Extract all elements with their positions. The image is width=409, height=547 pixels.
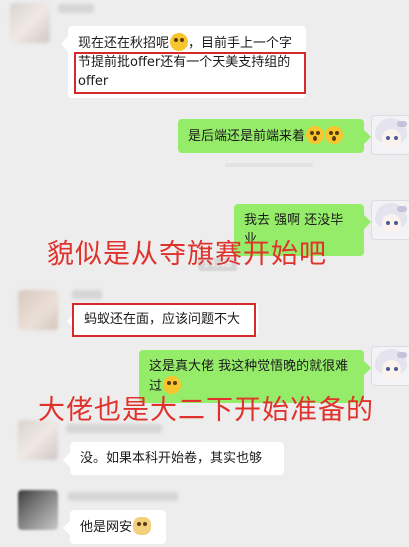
message-bubble-6[interactable]: 没。如果本科开始卷，其实也够 bbox=[70, 442, 284, 475]
message-text-2: 是后端还是前端来着 bbox=[188, 129, 306, 144]
emoji-dog-icon bbox=[133, 517, 152, 535]
emoji-crying-laugh-icon bbox=[170, 33, 189, 51]
message-text-6: 没。如果本科开始卷，其实也够 bbox=[80, 451, 263, 466]
avatar-self[interactable] bbox=[371, 200, 409, 240]
message-text-1a: 现在还在秋招呢 bbox=[78, 36, 170, 51]
sender-name-blurred bbox=[68, 492, 178, 501]
message-bubble-2[interactable]: 是后端还是前端来着 bbox=[178, 119, 364, 153]
emoji-shocked-icon bbox=[306, 126, 325, 144]
avatar-self[interactable] bbox=[371, 346, 409, 386]
avatar-contact[interactable] bbox=[18, 290, 58, 330]
annotation-text-2: 大佬也是大二下开始准备的 bbox=[38, 395, 374, 426]
sender-name-blurred bbox=[58, 4, 94, 13]
message-text-7: 他是网安 bbox=[80, 520, 133, 535]
avatar-contact[interactable] bbox=[18, 490, 58, 530]
message-bubble-1[interactable]: 现在还在秋招呢 ，目前手上一个字节提前批offer还有一个天美支持组的offer bbox=[68, 26, 306, 98]
message-bubble-4[interactable]: 蚂蚁还在面，应该问题不大 bbox=[74, 303, 258, 336]
annotation-text-1: 貌似是从夺旗赛开始吧 bbox=[47, 239, 327, 270]
avatar-contact[interactable] bbox=[10, 3, 50, 43]
sender-name-blurred bbox=[72, 290, 102, 299]
message-bubble-7[interactable]: 他是网安 bbox=[70, 510, 166, 544]
emoji-shocked-icon bbox=[325, 126, 344, 144]
quoted-message[interactable] bbox=[225, 163, 313, 167]
message-text-4: 蚂蚁还在面，应该问题不大 bbox=[84, 312, 241, 327]
avatar-self[interactable] bbox=[371, 115, 409, 155]
